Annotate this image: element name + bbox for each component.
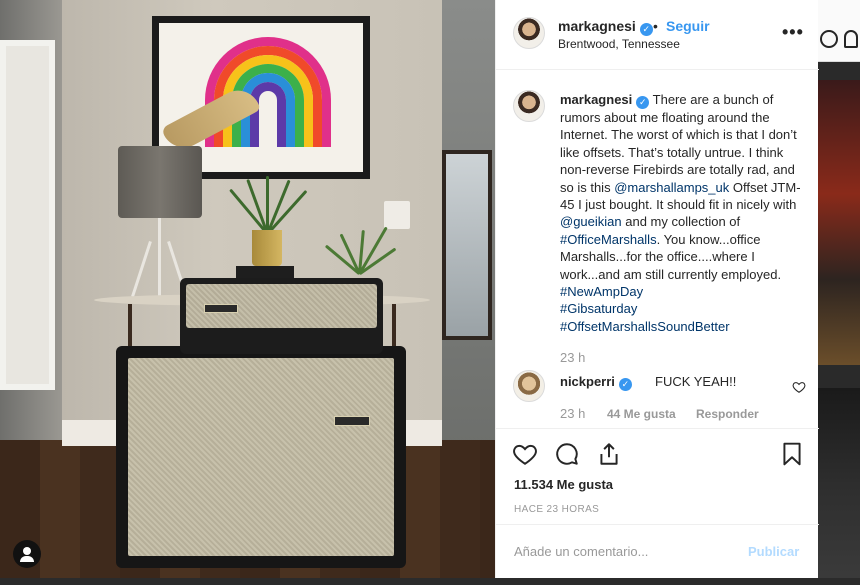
photo-lamp-shade [118,146,202,218]
like-count[interactable]: 11.534 Me gusta [514,477,613,492]
post-side-panel: markagnesi ✓ • Seguir Brentwood, Tennesse… [495,0,819,578]
comment-username[interactable]: nickperri ✓ [560,374,632,391]
share-icon[interactable] [596,441,622,467]
photo-plant [229,168,308,236]
background-thumbnail[interactable] [818,80,860,365]
mention-link[interactable]: @marshallamps_uk [614,180,729,195]
post-age: HACE 23 HORAS [514,504,600,515]
post-location[interactable]: Brentwood, Tennessee [558,37,680,51]
amp-logo [204,304,238,313]
mention-link[interactable]: @gueikian [560,214,622,229]
verified-icon: ✓ [618,378,632,391]
explore-icon [820,30,838,48]
background-bottom-strip [0,578,860,585]
post-photo[interactable] [0,0,495,578]
caption-text: markagnesi ✓ There are a bunch of rumors … [560,91,808,335]
photo-doorway [0,40,55,390]
post-actions: 11.534 Me gusta HACE 23 HORAS [496,428,819,538]
verified-icon: ✓ [636,96,650,109]
header-separator: • [653,18,658,34]
user-tag-icon[interactable] [13,540,41,568]
activity-icon [844,30,858,48]
caption-body: and my collection of [621,214,741,230]
photo-amp-cabinet [116,346,406,568]
comment-timestamp[interactable]: 23 h [560,406,585,421]
background-top-nav [818,0,860,62]
reply-button[interactable]: Responder [696,407,759,421]
caption-timestamp[interactable]: 23 h [560,350,585,365]
photo-table-leg [392,304,396,348]
amp-logo [334,416,370,426]
photo-lamp-leg [158,218,161,298]
background-feed [818,0,860,585]
hashtag-link[interactable]: #Gibsaturday [560,301,637,316]
hashtag-link[interactable]: #OffsetMarshallsSoundBetter [560,319,730,334]
caption-avatar[interactable] [513,90,545,122]
caption-username[interactable]: markagnesi [560,92,632,107]
comments-section: markagnesi ✓ There are a bunch of rumors … [496,70,819,428]
instagram-post-modal: markagnesi ✓ • Seguir Brentwood, Tennesse… [0,0,860,585]
comment-like-heart-icon[interactable] [792,380,806,394]
heart-icon[interactable] [512,441,538,467]
comment-icon[interactable] [554,441,580,467]
photo-plant-pot [252,230,282,266]
background-thumbnail[interactable] [818,388,860,583]
verified-icon: ✓ [639,23,653,36]
add-comment-bar: Publicar [496,524,819,578]
photo-outlet [384,201,410,229]
follow-button[interactable]: Seguir [666,18,710,34]
author-avatar[interactable] [513,17,545,49]
bookmark-icon[interactable] [779,441,805,467]
photo-mirror [442,150,492,340]
comment-likes[interactable]: 44 Me gusta [607,407,676,421]
author-username[interactable]: markagnesi ✓ [558,18,653,36]
hashtag-link[interactable]: #NewAmpDay [560,284,643,299]
comment-input[interactable] [514,544,734,559]
photo-amp-head [180,278,383,354]
photo-book [236,266,294,278]
photo-table-leg [128,304,132,348]
hashtag-link[interactable]: #OfficeMarshalls [560,232,657,247]
comment-text: FUCK YEAH!! [655,374,737,389]
photo-plant-small [318,226,408,276]
publish-button[interactable]: Publicar [748,544,799,559]
commenter-avatar[interactable] [513,370,545,402]
more-options-icon[interactable]: ••• [782,22,804,43]
post-header: markagnesi ✓ • Seguir Brentwood, Tennesse… [496,0,819,70]
